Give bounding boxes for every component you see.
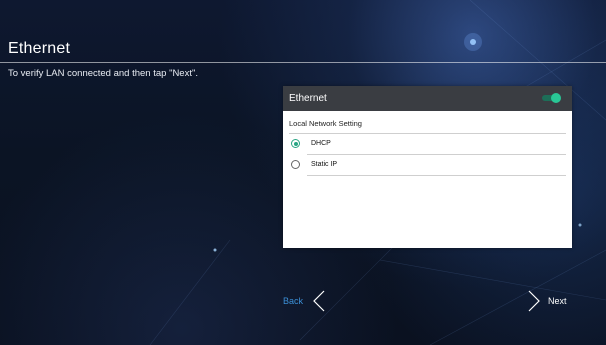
option-dhcp[interactable]: DHCP bbox=[283, 134, 572, 155]
title-divider bbox=[0, 62, 606, 63]
panel-header: Ethernet bbox=[283, 86, 572, 111]
next-button[interactable]: Next bbox=[528, 290, 567, 312]
toggle-knob bbox=[551, 93, 561, 103]
option-label: Static IP bbox=[311, 161, 338, 168]
option-label: DHCP bbox=[311, 140, 331, 147]
ethernet-toggle[interactable] bbox=[542, 93, 561, 103]
page-title: Ethernet bbox=[8, 40, 71, 57]
radio-unchecked-icon[interactable] bbox=[291, 160, 300, 169]
ethernet-panel: Ethernet Local Network Setting DHCP Stat… bbox=[283, 86, 572, 248]
radio-checked-icon[interactable] bbox=[291, 139, 300, 148]
back-label: Back bbox=[283, 296, 304, 306]
instruction-text: To verify LAN connected and then tap "Ne… bbox=[8, 68, 198, 79]
chevron-right-icon bbox=[528, 290, 540, 312]
next-label: Next bbox=[548, 296, 567, 306]
chevron-left-icon bbox=[313, 290, 325, 312]
option-static-ip[interactable]: Static IP bbox=[283, 155, 572, 176]
section-label: Local Network Setting bbox=[289, 119, 362, 128]
option-divider bbox=[307, 175, 566, 176]
back-button[interactable]: Back bbox=[283, 290, 325, 312]
panel-title: Ethernet bbox=[289, 93, 327, 104]
